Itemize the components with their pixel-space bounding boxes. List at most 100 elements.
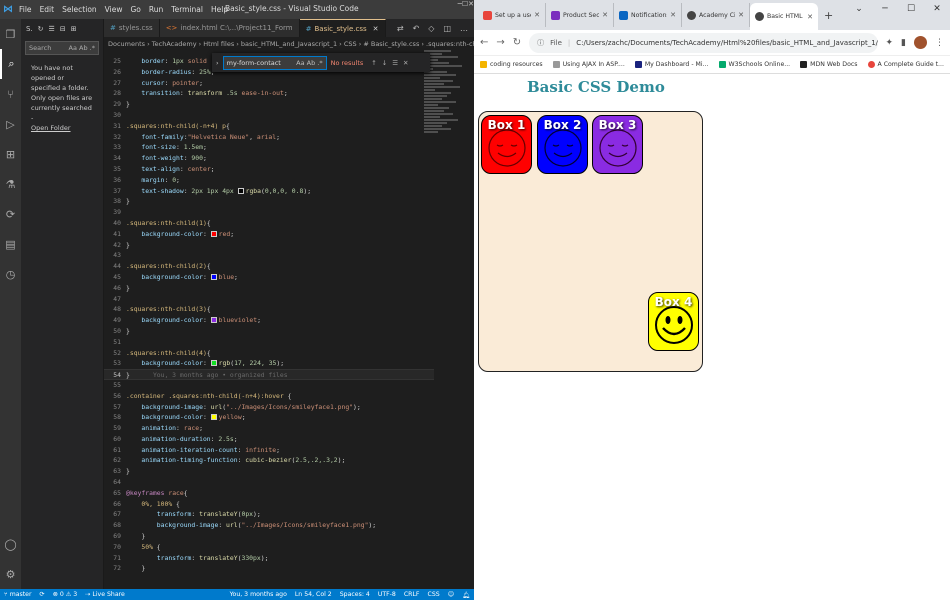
problems-indicator[interactable]: ⊗ 0 ⚠ 3 xyxy=(53,591,78,598)
minimize-button[interactable]: ─ xyxy=(872,0,898,18)
reload-icon[interactable]: ↻ xyxy=(513,37,521,48)
split-editor-icon[interactable]: ◫ xyxy=(443,24,451,33)
menu-run[interactable]: Run xyxy=(149,5,163,14)
tab-styles-css[interactable]: # styles.css xyxy=(104,19,160,37)
code-line[interactable]: 40 .squares:nth-child(1){ xyxy=(104,218,434,229)
browser-tab[interactable]: Set up a user n ✕ xyxy=(478,3,546,27)
code-line[interactable]: 52 .squares:nth-child(4){ xyxy=(104,348,434,359)
code-line[interactable]: 49 background-color: blueviolet; xyxy=(104,315,434,326)
close-tab-icon[interactable]: ✕ xyxy=(807,13,813,21)
code-line[interactable]: 29} xyxy=(104,99,434,110)
address-bar[interactable]: ⓘ File | C:/Users/zachc/Documents/TechAc… xyxy=(529,32,878,53)
notifications-icon[interactable]: 🔔︎ xyxy=(462,591,470,599)
git-blame[interactable]: You, 3 months ago xyxy=(230,591,287,599)
refresh-icon[interactable]: ↻ xyxy=(38,25,44,33)
profile-avatar[interactable] xyxy=(914,36,927,49)
branch-indicator[interactable]: ⑂ master xyxy=(4,591,32,598)
open-changes-icon[interactable]: ◇ xyxy=(428,24,434,33)
code-line[interactable]: 62 animation-timing-function: cubic-bezi… xyxy=(104,455,434,466)
cursor-position[interactable]: Ln 54, Col 2 xyxy=(295,591,332,599)
next-match-icon[interactable]: ↓ xyxy=(382,59,387,67)
maximize-button[interactable]: ☐ xyxy=(898,0,924,18)
close-tab-icon[interactable]: ✕ xyxy=(670,11,676,19)
code-line[interactable]: 43 xyxy=(104,250,434,261)
code-line[interactable]: 51 xyxy=(104,337,434,348)
folder-icon[interactable]: ▤ xyxy=(0,229,21,259)
bookmark-ajax[interactable]: Using AJAX In ASP.... xyxy=(552,61,625,68)
menu-terminal[interactable]: Terminal xyxy=(171,5,203,14)
code-line[interactable]: 54} You, 3 months ago • organized files xyxy=(104,369,434,380)
sidebar-icon[interactable]: ▮ xyxy=(901,38,906,48)
sidebar-search-input[interactable]: Search Aa Ab .* xyxy=(25,41,99,55)
search-icon[interactable]: ⌕ xyxy=(0,49,21,79)
code-line[interactable]: 71 transform: translateY(330px); xyxy=(104,553,434,564)
breadcrumb[interactable]: Documents › TechAcademy › Html files › b… xyxy=(104,37,474,50)
code-line[interactable]: 30 xyxy=(104,110,434,121)
code-line[interactable]: 67 transform: translateY(0px); xyxy=(104,509,434,520)
menu-go[interactable]: Go xyxy=(130,5,140,14)
chrome-menu-icon[interactable]: ⋮ xyxy=(935,38,944,48)
settings-gear-icon[interactable]: ⚙ xyxy=(0,559,21,589)
new-search-editor-icon[interactable]: ⊟ xyxy=(60,25,66,33)
code-line[interactable]: 61 animation-iteration-count: infinite; xyxy=(104,445,434,456)
menu-selection[interactable]: Selection xyxy=(62,5,97,14)
search-options[interactable]: Aa Ab .* xyxy=(69,44,95,52)
bookmark-complete-guide[interactable]: A Complete Guide t... xyxy=(867,61,944,68)
collapse-all-icon[interactable]: ⊞ xyxy=(71,25,77,33)
tab-search-icon[interactable]: ⌄ xyxy=(846,0,872,18)
close-tab-icon[interactable]: ✕ xyxy=(738,11,744,19)
explorer-icon[interactable]: ❐ xyxy=(0,19,21,49)
toggle-replace-icon[interactable]: › xyxy=(216,59,219,67)
code-line[interactable]: 72 } xyxy=(104,563,434,574)
code-line[interactable]: 64 xyxy=(104,477,434,488)
compare-icon[interactable]: ⇄ xyxy=(397,24,404,33)
box-2[interactable]: Box 2 xyxy=(537,115,588,174)
code-line[interactable]: 36 margin: 0; xyxy=(104,175,434,186)
code-line[interactable]: 56 .container .squares:nth-child(-n+4):ho… xyxy=(104,391,434,402)
menu-file[interactable]: File xyxy=(19,5,32,14)
code-line[interactable]: 35 text-align: center; xyxy=(104,164,434,175)
sync-icon[interactable]: ⟳ xyxy=(40,591,45,598)
code-line[interactable]: 53 background-color: rgb(17, 224, 35); xyxy=(104,358,434,369)
code-line[interactable]: 48 .squares:nth-child(3){ xyxy=(104,304,434,315)
code-line[interactable]: 33 font-size: 1.5em; xyxy=(104,142,434,153)
remote-icon[interactable]: ⟳ xyxy=(0,199,21,229)
find-options[interactable]: Aa Ab .* xyxy=(296,59,322,67)
box-4[interactable]: Box 4 xyxy=(648,292,699,351)
code-line[interactable]: 27 cursor: pointer; xyxy=(104,78,434,89)
open-folder-link[interactable]: Open Folder xyxy=(31,124,71,132)
bookmark-dashboard[interactable]: My Dashboard - Mi... xyxy=(634,61,709,68)
find-input[interactable]: my-form-contact Aa Ab .* xyxy=(222,55,327,70)
indentation[interactable]: Spaces: 4 xyxy=(340,591,370,599)
menu-edit[interactable]: Edit xyxy=(40,5,55,14)
clear-results-icon[interactable]: ☰ xyxy=(49,25,55,33)
close-tab-icon[interactable]: ✕ xyxy=(534,11,540,19)
code-line[interactable]: 38} xyxy=(104,196,434,207)
code-line[interactable]: 31 .squares:nth-child(-n+4) p{ xyxy=(104,121,434,132)
code-line[interactable]: 34 font-weight: 900; xyxy=(104,153,434,164)
previous-match-icon[interactable]: ↑ xyxy=(371,59,376,67)
code-line[interactable]: 39 xyxy=(104,207,434,218)
tab-basic-style-css[interactable]: # Basic_style.css ✕ xyxy=(299,19,386,37)
code-line[interactable]: 58 background-color: yellow; xyxy=(104,412,434,423)
source-control-icon[interactable]: ⑂ xyxy=(0,79,21,109)
back-icon[interactable]: ← xyxy=(480,37,488,48)
code-line[interactable]: 28 transition: transform .5s ease-in-out… xyxy=(104,88,434,99)
minimap[interactable] xyxy=(424,50,469,140)
feedback-icon[interactable]: ☺ xyxy=(448,591,454,599)
file-info-icon[interactable]: ⓘ xyxy=(537,38,544,48)
code-line[interactable]: 60 animation-duration: 2.5s; xyxy=(104,434,434,445)
menu-view[interactable]: View xyxy=(105,5,123,14)
code-line[interactable]: 59 animation: race; xyxy=(104,423,434,434)
browser-tab[interactable]: Product Securi ✕ xyxy=(546,3,614,27)
close-tab-icon[interactable]: ✕ xyxy=(373,25,379,33)
bookmark-coding-resources[interactable]: coding resources xyxy=(480,61,543,68)
code-line[interactable]: 70 50% { xyxy=(104,542,434,553)
code-line[interactable]: 47 xyxy=(104,294,434,305)
forward-icon[interactable]: → xyxy=(496,37,504,48)
code-line[interactable]: 63} xyxy=(104,466,434,477)
code-line[interactable]: 32 font-family:"Helvetica Neue", arial; xyxy=(104,132,434,143)
code-line[interactable]: 44 .squares:nth-child(2){ xyxy=(104,261,434,272)
extensions-icon[interactable]: ⊞ xyxy=(0,139,21,169)
extensions-icon[interactable]: ✦ xyxy=(886,38,894,48)
